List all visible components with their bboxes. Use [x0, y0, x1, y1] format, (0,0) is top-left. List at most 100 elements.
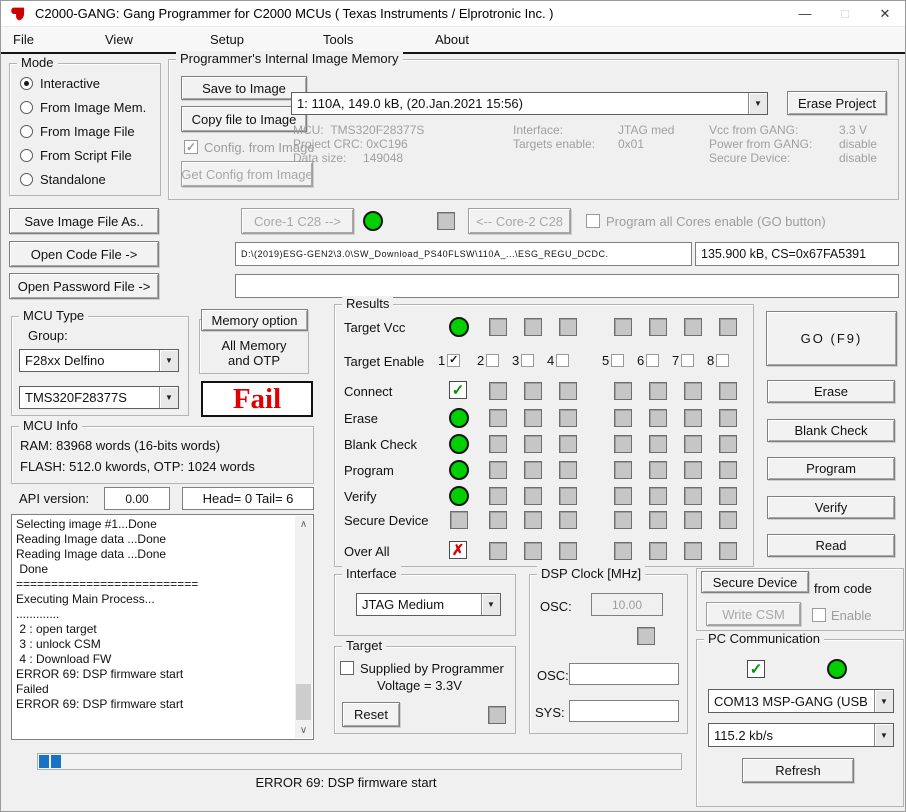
result-row-secure-device: Secure Device [335, 510, 753, 532]
erase-project-button[interactable]: Erase Project [787, 91, 887, 115]
chevron-down-icon[interactable]: ▼ [159, 387, 178, 408]
program-all-cores-checkbox[interactable] [586, 214, 600, 228]
mcu-device-combobox[interactable]: TMS320F28377S ▼ [19, 386, 179, 409]
open-password-file-button[interactable]: Open Password File -> [9, 273, 159, 299]
secure-enable-checkbox[interactable] [812, 608, 826, 622]
connect-check-1: ✓ [449, 381, 467, 399]
menu-about[interactable]: About [429, 30, 475, 49]
radio-from-image-mem[interactable] [20, 101, 33, 114]
pc-comm-led [827, 659, 847, 679]
menu-view[interactable]: View [99, 30, 139, 49]
chevron-down-icon[interactable]: ▼ [748, 93, 767, 114]
osc2-field[interactable] [569, 663, 679, 685]
minimize-button[interactable]: — [785, 1, 825, 26]
scroll-down-icon[interactable]: ∨ [295, 722, 312, 738]
code-file-path-field[interactable]: D:\(2019)ESG-GEN2\3.0\SW_Download_PS40FL… [235, 242, 692, 266]
ti-logo-icon [11, 7, 25, 20]
chevron-down-icon[interactable]: ▼ [481, 594, 500, 615]
copy-file-to-image-button[interactable]: Copy file to Image [181, 106, 307, 132]
menu-setup[interactable]: Setup [204, 30, 250, 49]
secure-device-button[interactable]: Secure Device [701, 571, 809, 593]
radio-from-image-file[interactable] [20, 125, 33, 138]
memory-option-detail: All Memory and OTP [221, 338, 287, 368]
scrollbar-thumb[interactable] [296, 684, 311, 720]
results-legend: Results [342, 296, 394, 311]
save-image-file-as-button[interactable]: Save Image File As.. [9, 208, 159, 234]
code-file-size-field: 135.900 kB, CS=0x67FA5391 [695, 242, 899, 266]
blank-check-button[interactable]: Blank Check [767, 419, 895, 442]
save-to-image-button[interactable]: Save to Image [181, 76, 307, 100]
info-targets-value: 0x01 [618, 137, 645, 151]
close-button[interactable]: ✕ [865, 1, 905, 26]
result-row-erase: Erase [335, 408, 753, 430]
vcc-led-1 [449, 317, 469, 337]
reset-button[interactable]: Reset [342, 702, 400, 727]
chevron-down-icon[interactable]: ▼ [874, 724, 893, 746]
radio-from-script-file-label[interactable]: From Script File [40, 148, 132, 163]
radio-from-script-file[interactable] [20, 149, 33, 162]
mcu-info-flash: FLASH: 512.0 kwords, OTP: 1024 words [20, 459, 255, 474]
secure-enable-label[interactable]: Enable [831, 608, 871, 623]
sys-field[interactable] [569, 700, 679, 722]
menu-file[interactable]: File [7, 30, 40, 49]
log-output[interactable]: Selecting image #1...Done Reading Image … [11, 514, 314, 740]
target-enable-4-checkbox[interactable] [556, 354, 570, 367]
supplied-by-programmer-checkbox[interactable] [340, 661, 354, 675]
interface-legend: Interface [342, 566, 401, 581]
radio-standalone[interactable] [20, 173, 33, 186]
target-enable-7-checkbox[interactable] [681, 354, 695, 367]
info-iface-value: JTAG med [618, 123, 675, 137]
target-enable-8-checkbox[interactable] [716, 354, 730, 367]
open-code-file-button[interactable]: Open Code File -> [9, 241, 159, 267]
write-csm-button[interactable]: Write CSM [706, 602, 801, 626]
radio-interactive-label[interactable]: Interactive [40, 76, 100, 91]
image-slot-combobox[interactable]: 1: 110A, 149.0 kB, (20.Jan.2021 15:56) ▼ [291, 92, 768, 115]
core2-button[interactable]: <-- Core-2 C28 [468, 208, 571, 234]
radio-standalone-label[interactable]: Standalone [40, 172, 106, 187]
target-enable-1-checkbox[interactable]: ✓ [447, 354, 461, 367]
mcu-group-combobox[interactable]: F28xx Delfino ▼ [19, 349, 179, 372]
radio-from-image-mem-label[interactable]: From Image Mem. [40, 100, 146, 115]
info-size: Data size: 149048 [293, 151, 404, 165]
pc-comm-checkbox[interactable]: ✓ [747, 660, 765, 678]
com-port-combobox[interactable]: COM13 MSP-GANG (USB ▼ [708, 689, 894, 713]
title-bar: C2000-GANG: Gang Programmer for C2000 MC… [1, 1, 905, 27]
interface-combobox[interactable]: JTAG Medium ▼ [356, 593, 501, 616]
verify-button[interactable]: Verify [767, 496, 895, 519]
vcc-square-6 [649, 318, 667, 336]
target-enable-5-checkbox[interactable] [611, 354, 625, 367]
osc1-field: 10.00 [591, 593, 663, 616]
window-title: C2000-GANG: Gang Programmer for C2000 MC… [35, 6, 554, 21]
result-row-verify: Verify [335, 486, 753, 508]
program-button[interactable]: Program [767, 457, 895, 480]
go-button[interactable]: GO (F9) [766, 311, 897, 366]
image-memory-legend: Programmer's Internal Image Memory [176, 51, 403, 66]
vcc-square-8 [719, 318, 737, 336]
radio-interactive[interactable] [20, 77, 33, 90]
config-from-image-checkbox[interactable]: ✓ [184, 140, 198, 154]
target-enable-2-checkbox[interactable] [486, 354, 500, 367]
baud-rate-combobox[interactable]: 115.2 kb/s ▼ [708, 723, 894, 747]
radio-from-image-file-label[interactable]: From Image File [40, 124, 135, 139]
core1-button[interactable]: Core-1 C28 --> [241, 208, 354, 234]
read-button[interactable]: Read [767, 534, 895, 557]
mcu-info-ram: RAM: 83968 words (16-bits words) [20, 438, 221, 453]
supplied-by-programmer-label[interactable]: Supplied by Programmer [360, 661, 504, 676]
target-enable-3-checkbox[interactable] [521, 354, 535, 367]
menu-tools[interactable]: Tools [317, 30, 359, 49]
memory-option-button[interactable]: Memory option [201, 309, 308, 331]
chevron-down-icon[interactable]: ▼ [874, 690, 893, 712]
chevron-down-icon[interactable]: ▼ [159, 350, 178, 371]
mcu-type-legend: MCU Type [19, 308, 89, 323]
erase-button[interactable]: Erase [767, 380, 895, 403]
result-row-over-all: Over All ✗ [335, 541, 753, 563]
target-enable-6-checkbox[interactable] [646, 354, 660, 367]
refresh-button[interactable]: Refresh [742, 758, 854, 783]
interface-value: JTAG Medium [362, 597, 445, 612]
password-file-path-field[interactable] [235, 274, 899, 298]
maximize-button[interactable]: □ [825, 1, 865, 26]
log-scrollbar[interactable]: ∧ ∨ [295, 516, 312, 738]
baud-rate-value: 115.2 kb/s [714, 727, 774, 743]
scroll-up-icon[interactable]: ∧ [295, 516, 312, 532]
program-all-cores-label[interactable]: Program all Cores enable (GO button) [606, 214, 826, 229]
